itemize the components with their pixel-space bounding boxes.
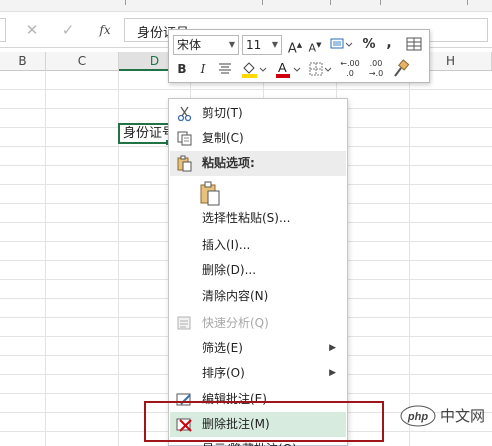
paint-bucket-icon bbox=[242, 62, 267, 78]
close-icon[interactable]: ✕ bbox=[22, 21, 42, 39]
ribbon-tick bbox=[330, 0, 331, 5]
decrease-decimal-button[interactable]: .00 →.0 bbox=[365, 59, 387, 79]
italic-button[interactable]: I bbox=[196, 59, 210, 79]
menu-item-label: 筛选(E) bbox=[202, 341, 243, 355]
increase-decimal-button[interactable]: ←.00.0 bbox=[339, 59, 361, 79]
font-size-select[interactable]: 11 ▼ bbox=[242, 35, 282, 55]
php-logo: php bbox=[400, 405, 436, 427]
quick-analysis-icon bbox=[177, 316, 191, 330]
name-box[interactable] bbox=[0, 18, 6, 42]
grow-font-button[interactable]: A▲ bbox=[287, 35, 303, 56]
font-name-value: 宋体 bbox=[177, 38, 202, 52]
percent-style-button[interactable]: % bbox=[361, 35, 377, 55]
check-icon[interactable]: ✓ bbox=[58, 21, 78, 39]
menu-item-clear-contents[interactable]: 清除内容(N) bbox=[170, 284, 346, 309]
ribbon-tick bbox=[380, 0, 381, 5]
submenu-arrow-icon: ▶ bbox=[329, 343, 336, 353]
menu-item-label: 排序(O) bbox=[202, 366, 245, 380]
insert-function-button[interactable]: fx bbox=[95, 20, 115, 40]
borders-icon bbox=[309, 62, 332, 76]
chevron-down-icon: ▼ bbox=[271, 40, 278, 49]
shrink-font-button[interactable]: A▼ bbox=[307, 35, 323, 55]
paste-option-icon bbox=[200, 181, 220, 206]
menu-item-label: 选择性粘贴(S)... bbox=[202, 211, 291, 225]
column-header[interactable]: C bbox=[46, 52, 119, 71]
font-name-select[interactable]: 宋体 ▼ bbox=[173, 35, 239, 55]
arrow-left-icon: ← bbox=[340, 59, 347, 68]
borders-table-icon bbox=[406, 37, 422, 51]
menu-section-label: 粘贴选项: bbox=[202, 156, 255, 170]
borders-button[interactable] bbox=[307, 59, 333, 79]
font-size-value: 11 bbox=[246, 38, 262, 52]
fill-color-button[interactable] bbox=[239, 59, 267, 79]
menu-item-filter[interactable]: 筛选(E) ▶ bbox=[170, 336, 346, 361]
menu-item-label: 插入(I)... bbox=[202, 238, 251, 252]
active-cell[interactable]: 身份证号 bbox=[118, 123, 170, 144]
svg-text:php: php bbox=[407, 411, 428, 423]
arrow-right-icon: → bbox=[368, 69, 376, 78]
align-center-icon bbox=[219, 63, 231, 74]
menu-item-label: 快速分析(Q) bbox=[202, 316, 269, 330]
menu-item-cut[interactable]: 剪切(T) bbox=[170, 101, 346, 126]
ribbon-tick bbox=[467, 0, 468, 5]
watermark: php 中文网 bbox=[400, 404, 490, 428]
scissors-icon bbox=[177, 106, 192, 122]
ribbon-edge bbox=[0, 0, 492, 12]
cell-styles-button[interactable] bbox=[327, 35, 353, 55]
font-color-icon: A bbox=[276, 60, 301, 78]
paintbrush-icon bbox=[394, 59, 410, 77]
bold-button[interactable]: B bbox=[174, 59, 190, 79]
submenu-arrow-icon: ▶ bbox=[329, 368, 336, 378]
column-header[interactable]: B bbox=[0, 52, 46, 71]
cell-styles-icon bbox=[330, 38, 353, 49]
menu-item-label: 清除内容(N) bbox=[202, 289, 269, 303]
format-painter-grid-button[interactable] bbox=[405, 35, 423, 55]
highlight-annotation-box bbox=[144, 401, 384, 442]
menu-item-label: 复制(C) bbox=[202, 131, 244, 145]
menu-item-delete[interactable]: 删除(D)... bbox=[170, 258, 346, 283]
align-center-button[interactable] bbox=[216, 59, 234, 79]
menu-item-label: 删除(D)... bbox=[202, 263, 257, 277]
watermark-text: 中文网 bbox=[440, 407, 486, 425]
mini-toolbar: 宋体 ▼ 11 ▼ A▲ A▼ % , B I A ←.00 .0 .00 →.… bbox=[168, 29, 430, 83]
ribbon-tick bbox=[262, 0, 263, 5]
chevron-down-icon: ▼ bbox=[228, 40, 235, 49]
grid-line bbox=[0, 89, 492, 90]
menu-item-quick-analysis: 快速分析(Q) bbox=[170, 311, 346, 336]
menu-item-insert[interactable]: 插入(I)... bbox=[170, 233, 346, 258]
paste-icon bbox=[177, 155, 192, 172]
context-menu: 剪切(T) 复制(C) 粘贴选项: 选择性粘贴(S)... 插入(I)... 删… bbox=[168, 98, 348, 446]
menu-item-paste-special[interactable]: 选择性粘贴(S)... bbox=[170, 206, 346, 231]
menu-item-sort[interactable]: 排序(O) ▶ bbox=[170, 361, 346, 386]
svg-text:A: A bbox=[278, 60, 287, 75]
menu-item-copy[interactable]: 复制(C) bbox=[170, 126, 346, 151]
menu-item-label: 剪切(T) bbox=[202, 106, 243, 120]
comma-style-button[interactable]: , bbox=[383, 33, 395, 53]
copy-icon bbox=[177, 131, 192, 146]
menu-section-paste-options: 粘贴选项: bbox=[170, 151, 346, 176]
format-painter-button[interactable] bbox=[391, 59, 411, 79]
ribbon-tick bbox=[125, 0, 126, 5]
font-color-button[interactable]: A bbox=[273, 59, 301, 79]
